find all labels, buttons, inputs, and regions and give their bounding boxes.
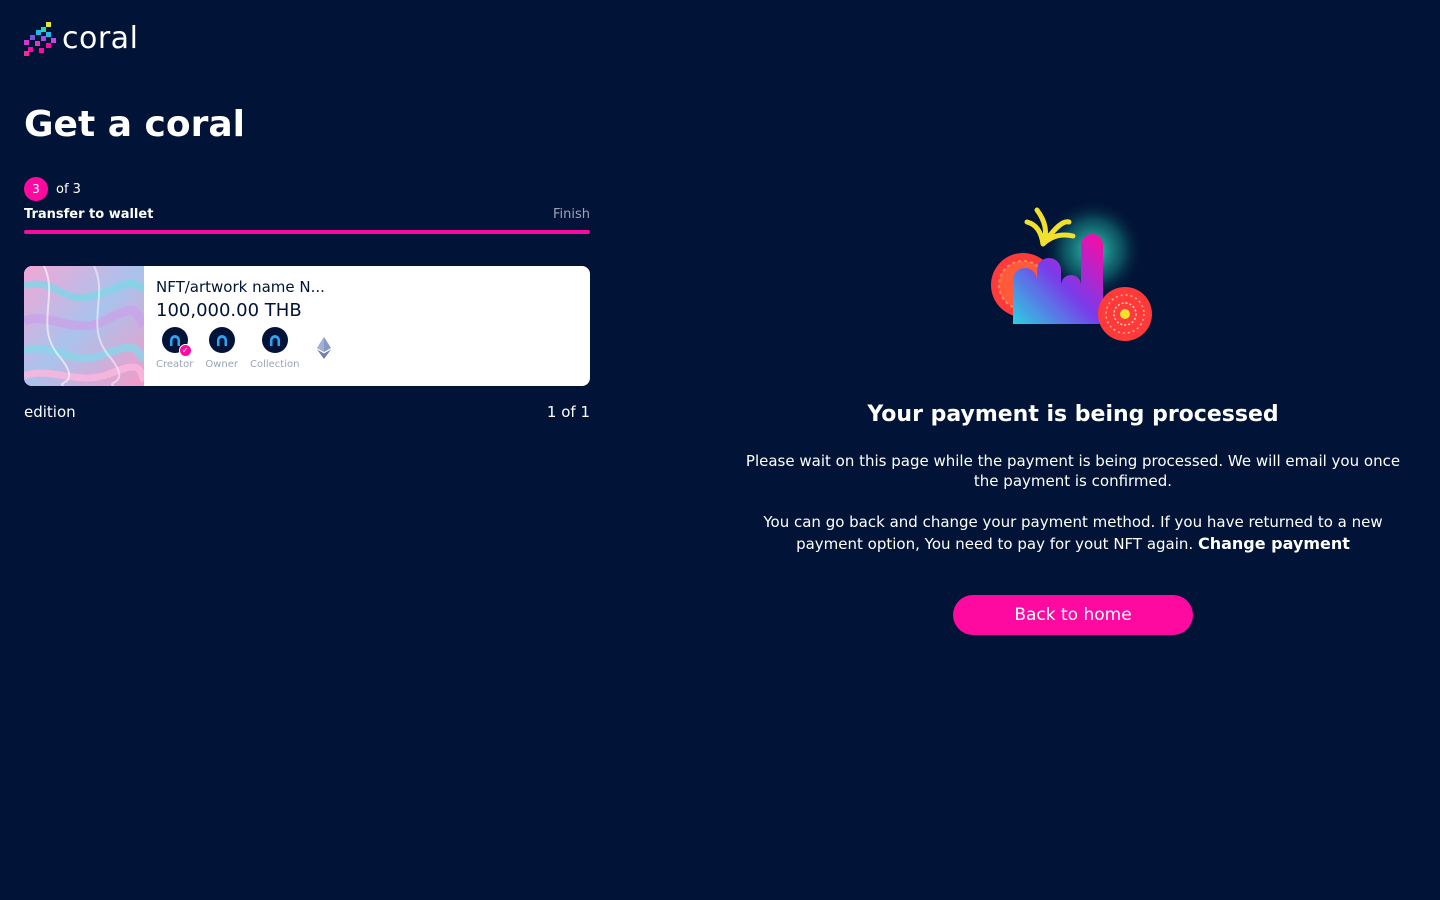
edition-label: edition <box>24 403 76 421</box>
brand-logo[interactable]: coral <box>24 19 138 59</box>
owner-avatar <box>208 327 235 353</box>
current-step-label: Transfer to wallet <box>24 207 154 222</box>
back-to-home-button[interactable]: Back to home <box>953 595 1193 635</box>
coral-logo-icon <box>24 22 56 56</box>
creator-avatar: ✓ <box>161 327 192 357</box>
role-label: Creator <box>156 359 194 370</box>
role-creator[interactable]: ✓ Creator <box>156 327 193 370</box>
page-title: Get a coral <box>24 104 245 145</box>
status-message: Please wait on this page while the payme… <box>745 452 1401 490</box>
step-progress-fill <box>24 230 590 234</box>
change-payment-note: You can go back and change your payment … <box>720 512 1426 555</box>
step-progress-bar <box>24 230 590 234</box>
step-total-label: of 3 <box>56 181 81 197</box>
change-payment-link[interactable]: Change payment <box>1198 534 1350 553</box>
edition-row: edition 1 of 1 <box>24 403 590 421</box>
nft-artwork-thumbnail <box>24 266 144 386</box>
role-owner[interactable]: Owner <box>205 327 238 370</box>
final-step-label: Finish <box>552 207 590 222</box>
nft-name: NFT/artwork name N... <box>156 278 325 296</box>
role-collection[interactable]: Collection <box>250 327 299 370</box>
edition-value: 1 of 1 <box>546 403 590 421</box>
checkout-stepper: 3 of 3 Transfer to wallet Finish <box>24 177 590 234</box>
logo-text: coral <box>62 21 139 56</box>
status-title: Your payment is being processed <box>867 402 1279 427</box>
collection-avatar <box>261 327 288 353</box>
payment-status-panel: Your payment is being processed Please w… <box>720 200 1426 635</box>
coral-illustration <box>991 200 1152 341</box>
verified-check-icon: ✓ <box>178 344 192 357</box>
step-number-badge: 3 <box>24 177 48 201</box>
role-label: Collection <box>249 359 300 370</box>
ethereum-icon <box>317 337 332 359</box>
nft-summary-card[interactable]: NFT/artwork name N... 100,000.00 THB ✓ C… <box>24 266 590 386</box>
role-label: Owner <box>205 359 238 370</box>
nft-price: 100,000.00 THB <box>156 300 302 321</box>
user-avatar-icon <box>269 335 280 346</box>
user-avatar-icon <box>216 335 227 346</box>
